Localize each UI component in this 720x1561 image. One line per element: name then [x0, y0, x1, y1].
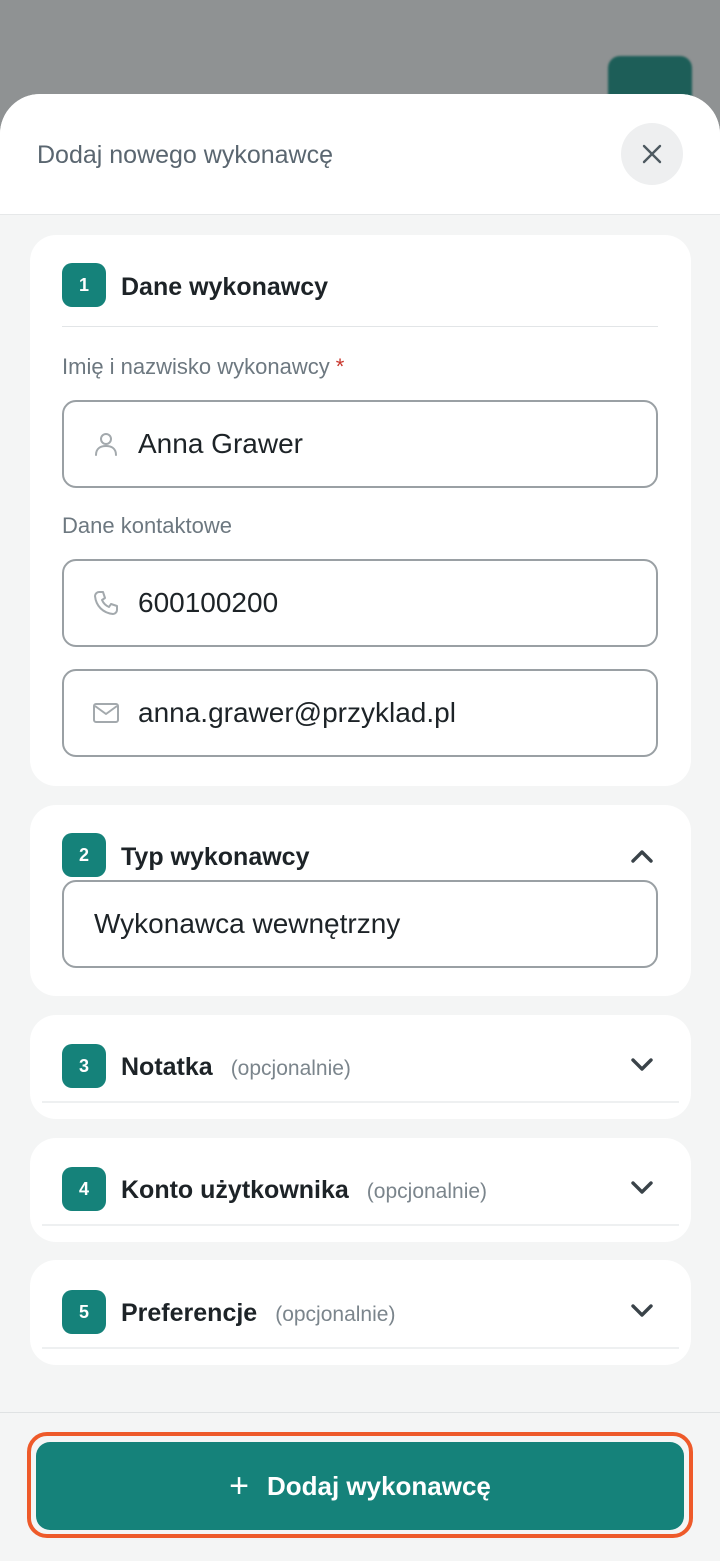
section-user-account[interactable]: 4 Konto użytkownika (opcjonalnie): [30, 1138, 691, 1242]
user-icon: [92, 430, 120, 458]
name-field-label: Imię i nazwisko wykonawcy *: [62, 354, 345, 379]
plus-icon: +: [229, 1467, 249, 1505]
step-badge: 5: [62, 1290, 106, 1334]
section-title: Konto użytkownika (opcjonalnie): [121, 1176, 488, 1204]
phone-icon: [92, 589, 120, 617]
add-contractor-button-label: Dodaj wykonawcę: [266, 1470, 491, 1501]
contact-label: Dane kontaktowe: [62, 513, 232, 538]
section-title: Preferencje (opcjonalnie): [121, 1299, 396, 1327]
section-divider: [62, 326, 658, 327]
section-header-contractor-type[interactable]: 2 Typ wykonawcy: [30, 805, 691, 889]
name-value: Anna Grawer: [138, 428, 303, 459]
sheet-title: Dodaj nowego wykonawcę: [37, 141, 334, 169]
email-input[interactable]: anna.grawer@przyklad.pl: [62, 669, 658, 757]
chevron-up-icon: [627, 841, 657, 871]
step-badge: 2: [62, 833, 106, 877]
optional-label: (opcjonalnie): [275, 1303, 396, 1326]
step-badge: 1: [62, 263, 106, 307]
chevron-down-icon: [627, 1296, 657, 1326]
name-input[interactable]: Anna Grawer: [62, 400, 658, 488]
step-badge: 4: [62, 1167, 106, 1211]
required-mark: *: [335, 354, 345, 379]
step-badge: 3: [62, 1044, 106, 1088]
section-note[interactable]: 3 Notatka (opcjonalnie): [30, 1015, 691, 1119]
contractor-type-select[interactable]: Wykonawca wewnętrzny: [62, 880, 658, 968]
section-bottom-line: [42, 1101, 679, 1103]
phone-value: 600100200: [138, 587, 279, 618]
email-value: anna.grawer@przyklad.pl: [138, 697, 456, 728]
close-icon: [642, 144, 662, 164]
phone-input[interactable]: 600100200: [62, 559, 658, 647]
chevron-down-icon: [627, 1173, 657, 1203]
section-title: Notatka (opcjonalnie): [121, 1053, 351, 1081]
contractor-type-value: Wykonawca wewnętrzny: [94, 908, 401, 939]
section-bottom-line: [42, 1347, 679, 1349]
section-preferences[interactable]: 5 Preferencje (opcjonalnie): [30, 1260, 691, 1365]
sheet-header: Dodaj nowego wykonawcę: [0, 94, 720, 215]
optional-label: (opcjonalnie): [366, 1180, 488, 1203]
add-contractor-sheet: Dodaj nowego wykonawcę 1 Dane wykonawcy …: [0, 94, 720, 1561]
chevron-down-icon: [627, 1050, 657, 1080]
section-contractor-data: 1 Dane wykonawcy Imię i nazwisko wykonaw…: [30, 235, 691, 786]
add-contractor-button[interactable]: + Dodaj wykonawcę: [36, 1442, 684, 1530]
section-bottom-line: [42, 1224, 679, 1226]
section-contractor-type: 2 Typ wykonawcy Wykonawca wewnętrzny: [30, 805, 691, 996]
sheet-footer: + Dodaj wykonawcę: [0, 1412, 720, 1561]
section-title: Typ wykonawcy: [121, 843, 310, 871]
optional-label: (opcjonalnie): [230, 1057, 351, 1080]
close-button[interactable]: [621, 123, 683, 185]
section-title: Dane wykonawcy: [121, 273, 329, 301]
mail-icon: [92, 699, 120, 727]
